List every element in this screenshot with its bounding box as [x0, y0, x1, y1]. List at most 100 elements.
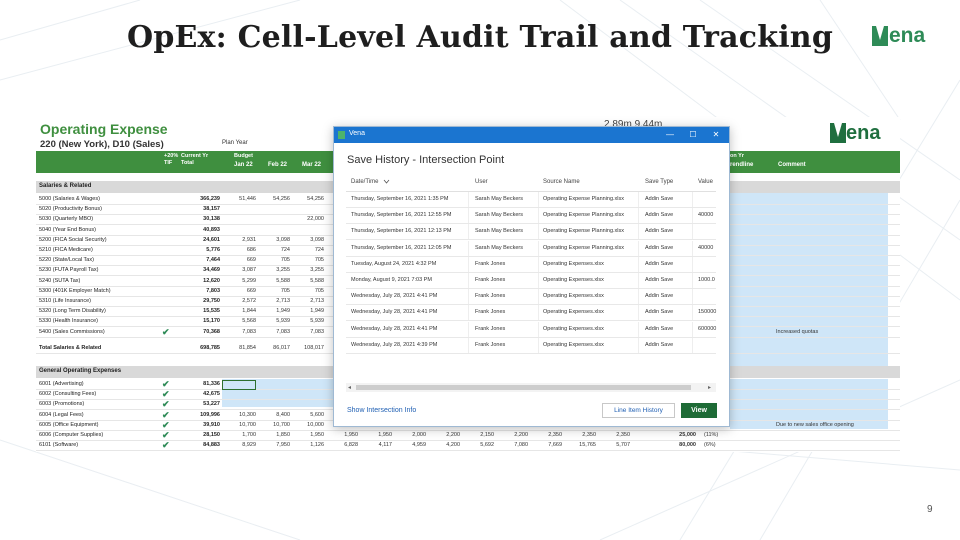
history-row[interactable]: Thursday, September 16, 2021 12:13 PM Sar… [346, 224, 716, 241]
cell-month[interactable]: 1,700 [222, 432, 256, 438]
cell-month[interactable]: 2,200 [494, 432, 528, 438]
cell-month[interactable]: 80,000 [662, 442, 696, 448]
history-row[interactable]: Wednesday, July 28, 2021 4:39 PM Frank Jo… [346, 337, 716, 354]
cell-feb[interactable]: 3,255 [256, 267, 290, 273]
cell-jan[interactable]: 7,083 [222, 329, 256, 335]
scroll-right-arrow-icon[interactable]: ▸ [708, 384, 711, 391]
history-row[interactable]: Wednesday, July 28, 2021 4:41 PM Frank Jo… [346, 321, 716, 338]
cell-jan[interactable]: 5,299 [222, 278, 256, 284]
cell-mar[interactable]: 5,588 [290, 278, 324, 284]
cell-month[interactable]: 5,707 [596, 442, 630, 448]
cell-mar[interactable]: 7,083 [290, 329, 324, 335]
cell-mar[interactable]: 54,256 [290, 196, 324, 202]
cell-jan[interactable]: 1,844 [222, 308, 256, 314]
close-button[interactable]: ✕ [705, 128, 727, 142]
cell-mar[interactable]: 3,255 [290, 267, 324, 273]
cell-month[interactable]: 2,350 [562, 432, 596, 438]
cell-month[interactable]: 2,000 [392, 432, 426, 438]
column-header-source[interactable]: Source Name [543, 179, 580, 185]
cell-feb[interactable]: 7,083 [256, 329, 290, 335]
cell-mar[interactable]: 705 [290, 288, 324, 294]
column-divider [692, 273, 693, 288]
cell-month[interactable]: 10,000 [290, 422, 324, 428]
cell-month[interactable]: 5,692 [460, 442, 494, 448]
cell-feb[interactable]: 724 [256, 247, 290, 253]
scroll-left-arrow-icon[interactable]: ◂ [348, 384, 351, 391]
cell-feb[interactable]: 705 [256, 257, 290, 263]
row-comment[interactable]: Due to new sales office opening [776, 422, 854, 428]
cell-feb[interactable]: 5,588 [256, 278, 290, 284]
cell-month[interactable]: 1,850 [256, 432, 290, 438]
row-total: 24,601 [203, 236, 220, 243]
dialog-titlebar[interactable]: Vena — ☐ ✕ [334, 127, 729, 143]
cell-jan[interactable]: 2,572 [222, 298, 256, 304]
cell-month[interactable]: 8,929 [222, 442, 256, 448]
history-datetime: Monday, August 9, 2021 7:03 PM [351, 277, 432, 283]
cell-month[interactable]: 8,400 [256, 412, 290, 418]
scrollbar-thumb[interactable] [356, 385, 691, 390]
cell-month[interactable]: 4,200 [426, 442, 460, 448]
history-row[interactable]: Thursday, September 16, 2021 12:55 PM Sar… [346, 208, 716, 225]
row-comment[interactable]: Increased quotas [776, 329, 818, 335]
cell-mar[interactable]: 3,098 [290, 237, 324, 243]
cell-month[interactable]: 1,126 [290, 442, 324, 448]
cell-month[interactable]: 25,000 [662, 432, 696, 438]
history-row[interactable]: Tuesday, August 24, 2021 4:32 PM Frank Jo… [346, 256, 716, 273]
column-header-save-type[interactable]: Save Type [645, 179, 673, 185]
history-row[interactable]: Thursday, September 16, 2021 1:35 PM Sara… [346, 192, 716, 208]
cell-mar[interactable]: 1,949 [290, 308, 324, 314]
cell-month[interactable]: 4,117 [358, 442, 392, 448]
column-header-value[interactable]: Value [698, 179, 713, 185]
history-row[interactable]: Thursday, September 16, 2021 12:05 PM Sar… [346, 240, 716, 257]
cell-month[interactable]: 1,950 [324, 432, 358, 438]
cell-jan[interactable]: 669 [222, 257, 256, 263]
history-value: 150000 [698, 309, 717, 316]
column-header-user[interactable]: User [475, 179, 488, 185]
horizontal-scrollbar[interactable]: ◂ ▸ [346, 383, 716, 392]
cell-mar[interactable]: 2,713 [290, 298, 324, 304]
minimize-button[interactable]: — [659, 128, 681, 142]
history-row[interactable]: Monday, August 9, 2021 7:03 PM Frank Jone… [346, 273, 716, 289]
cell-month[interactable]: 2,150 [460, 432, 494, 438]
cell-month[interactable]: 2,350 [528, 432, 562, 438]
cell-month[interactable]: 1,950 [358, 432, 392, 438]
cell-mar[interactable]: 5,939 [290, 318, 324, 324]
history-row[interactable]: Wednesday, July 28, 2021 4:41 PM Frank Jo… [346, 289, 716, 306]
cell-feb[interactable]: 2,713 [256, 298, 290, 304]
cell-month[interactable]: 10,300 [222, 412, 256, 418]
cell-month[interactable]: 15,765 [562, 442, 596, 448]
cell-month[interactable]: 6,828 [324, 442, 358, 448]
cell-jan[interactable]: 51,446 [222, 196, 256, 202]
cell-mar[interactable]: 705 [290, 257, 324, 263]
cell-feb[interactable]: 3,098 [256, 237, 290, 243]
view-button[interactable]: View [681, 403, 717, 418]
line-item-history-button[interactable]: Line Item History [602, 403, 675, 418]
cell-mar[interactable]: 22,000 [290, 216, 324, 222]
cell-month[interactable]: 7,080 [494, 442, 528, 448]
cell-jan[interactable]: 5,568 [222, 318, 256, 324]
column-divider [538, 273, 539, 288]
cell-jan[interactable]: 3,087 [222, 267, 256, 273]
cell-month[interactable]: 7,669 [528, 442, 562, 448]
cell-month[interactable]: 10,700 [222, 422, 256, 428]
cell-jan[interactable]: 2,931 [222, 237, 256, 243]
cell-month[interactable]: 5,600 [290, 412, 324, 418]
cell-feb[interactable]: 5,939 [256, 318, 290, 324]
cell-jan[interactable]: 686 [222, 247, 256, 253]
cell-jan[interactable]: 669 [222, 288, 256, 294]
cell-month[interactable]: 2,350 [596, 432, 630, 438]
column-header-datetime[interactable]: Date/Time [351, 179, 390, 185]
cell-month[interactable]: 1,950 [290, 432, 324, 438]
history-row[interactable]: Wednesday, July 28, 2021 4:41 PM Frank Jo… [346, 305, 717, 322]
maximize-button[interactable]: ☐ [682, 128, 704, 142]
cell-mar[interactable]: 724 [290, 247, 324, 253]
cell-month[interactable]: 4,959 [392, 442, 426, 448]
cell-month[interactable]: 7,950 [256, 442, 290, 448]
cell-feb[interactable]: 1,949 [256, 308, 290, 314]
cell-feb[interactable]: 705 [256, 288, 290, 294]
cell-month[interactable]: 2,200 [426, 432, 460, 438]
cell-feb[interactable]: 54,256 [256, 196, 290, 202]
cell-month[interactable]: 10,700 [256, 422, 290, 428]
selected-cell[interactable] [222, 380, 256, 390]
show-intersection-info-link[interactable]: Show Intersection Info [347, 407, 416, 414]
